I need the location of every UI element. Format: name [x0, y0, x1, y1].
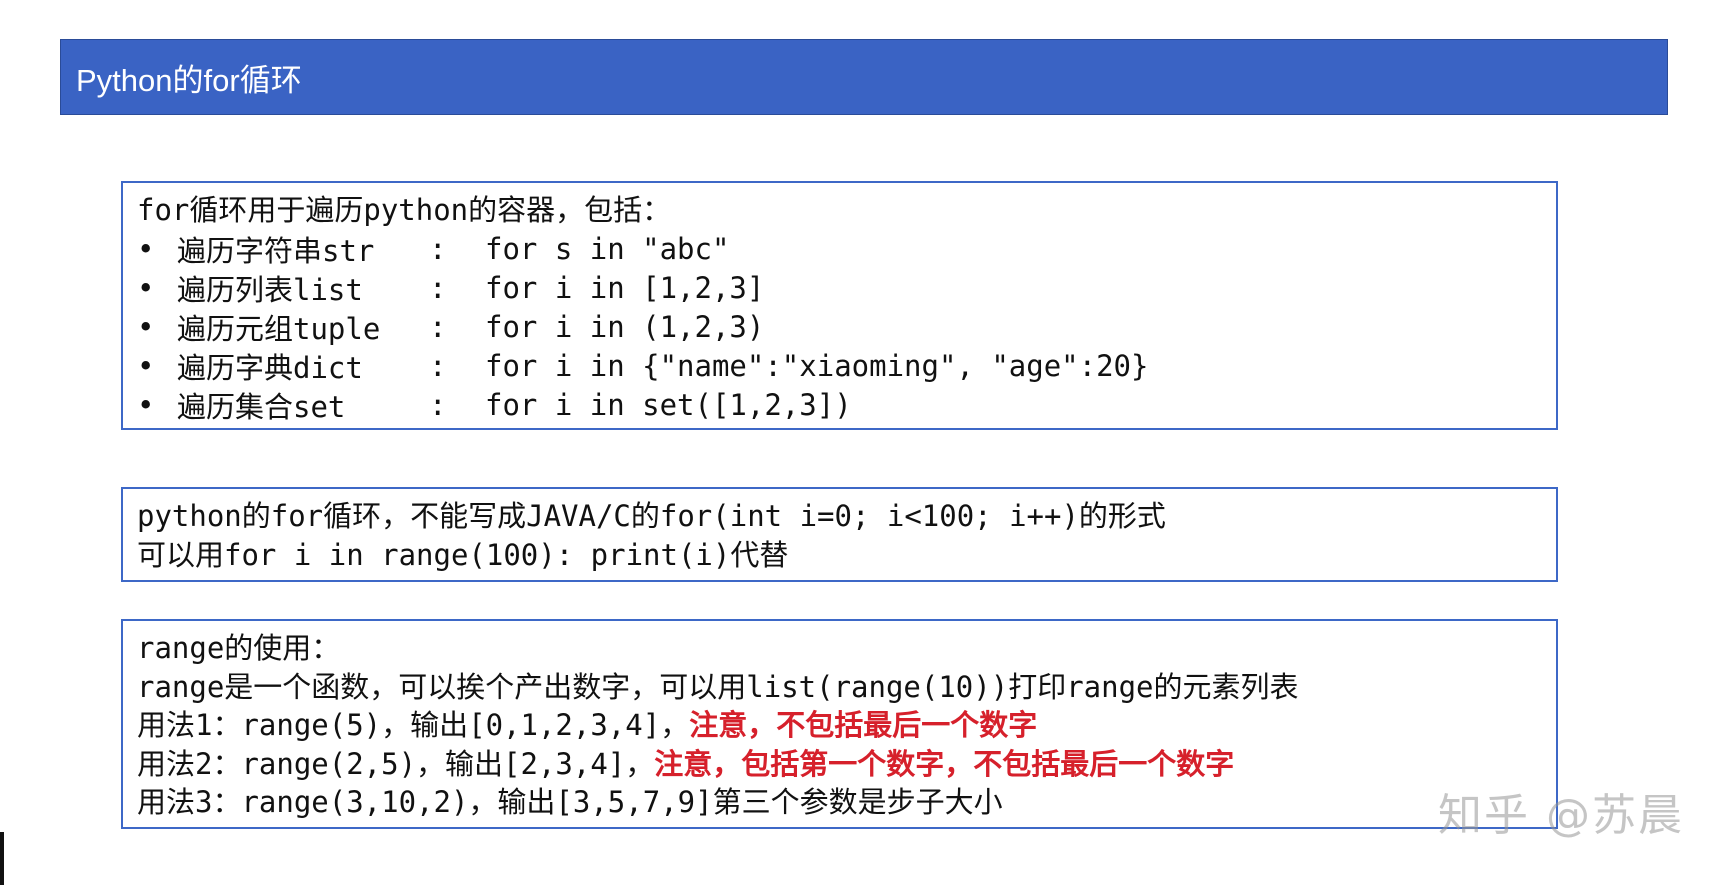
item-code: for i in [1,2,3]	[485, 271, 765, 305]
item-separator: :	[429, 388, 447, 422]
item-label: 遍历字符串str	[177, 234, 375, 268]
bullet-icon: •	[137, 271, 155, 305]
item-separator: :	[429, 349, 447, 383]
note-line-1: python的for循环，不能写成JAVA/C的for(int i=0; i<1…	[137, 499, 1166, 533]
bullet-icon: •	[137, 349, 155, 383]
item-label: 遍历字典dict	[177, 351, 363, 385]
usage-1-note: 注意，不包括最后一个数字	[689, 708, 1038, 742]
watermark: 知乎 @苏晨	[1438, 790, 1684, 841]
list-item: • 遍历元组tuple : for i in (1,2,3)	[137, 308, 1542, 347]
list-item: • 遍历字典dict : for i in {"name":"xiaoming"…	[137, 347, 1542, 386]
item-separator: :	[429, 271, 447, 305]
usage-1-text: 用法1：range(5)，输出[0,1,2,3,4]，	[137, 708, 690, 742]
box1-heading: for循环用于遍历python的容器，包括：	[137, 193, 672, 227]
list-item: • 遍历字符串str : for s in "abc"	[137, 230, 1542, 269]
item-code: for i in {"name":"xiaoming", "age":20}	[485, 349, 1149, 383]
range-usage-1: 用法1：range(5)，输出[0,1,2,3,4]，注意，不包括最后一个数字	[137, 706, 1542, 745]
range-description: range是一个函数，可以挨个产出数字，可以用list(range(10))打印…	[137, 669, 1299, 704]
usage-2-note: 注意，包括第一个数字，不包括最后一个数字	[654, 746, 1235, 781]
list-item: • 遍历集合set : for i in set([1,2,3])	[137, 386, 1542, 425]
slide-title: Python的for循环	[76, 62, 302, 98]
range-usage-box: range的使用： range是一个函数，可以挨个产出数字，可以用list(ra…	[121, 619, 1558, 829]
range-usage-2: 用法2：range(2,5)，输出[2,3,4]，注意，包括第一个数字，不包括最…	[137, 745, 1542, 784]
item-code: for i in (1,2,3)	[485, 310, 765, 344]
usage-2-text: 用法2：range(2,5)，输出[2,3,4]，	[137, 746, 655, 781]
item-separator: :	[429, 232, 447, 266]
list-item: • 遍历列表list : for i in [1,2,3]	[137, 269, 1542, 308]
bullet-icon: •	[137, 232, 155, 266]
bullet-icon: •	[137, 310, 155, 344]
note-line-2: 可以用for i in range(100): print(i)代替	[137, 537, 789, 572]
range-usage-3: 用法3：range(3,10,2)，输出[3,5,7,9]第三个参数是步子大小	[137, 783, 1542, 822]
bullet-icon: •	[137, 388, 155, 422]
range-heading: range的使用：	[137, 631, 341, 665]
usage-3-text: 用法3：range(3,10,2)，输出[3,5,7,9]第三个参数是步子大小	[137, 785, 1003, 819]
for-loop-note-box: python的for循环，不能写成JAVA/C的for(int i=0; i<1…	[121, 487, 1558, 582]
item-label: 遍历元组tuple	[177, 312, 381, 346]
item-label: 遍历集合set	[177, 390, 346, 424]
left-edge-bar	[0, 832, 4, 885]
item-separator: :	[429, 310, 447, 344]
title-bar: Python的for循环	[60, 39, 1668, 115]
item-code: for i in set([1,2,3])	[485, 388, 852, 422]
item-label: 遍历列表list	[177, 273, 363, 307]
item-code: for s in "abc"	[485, 232, 730, 266]
container-iteration-box: for循环用于遍历python的容器，包括： • 遍历字符串str : for …	[121, 181, 1558, 430]
